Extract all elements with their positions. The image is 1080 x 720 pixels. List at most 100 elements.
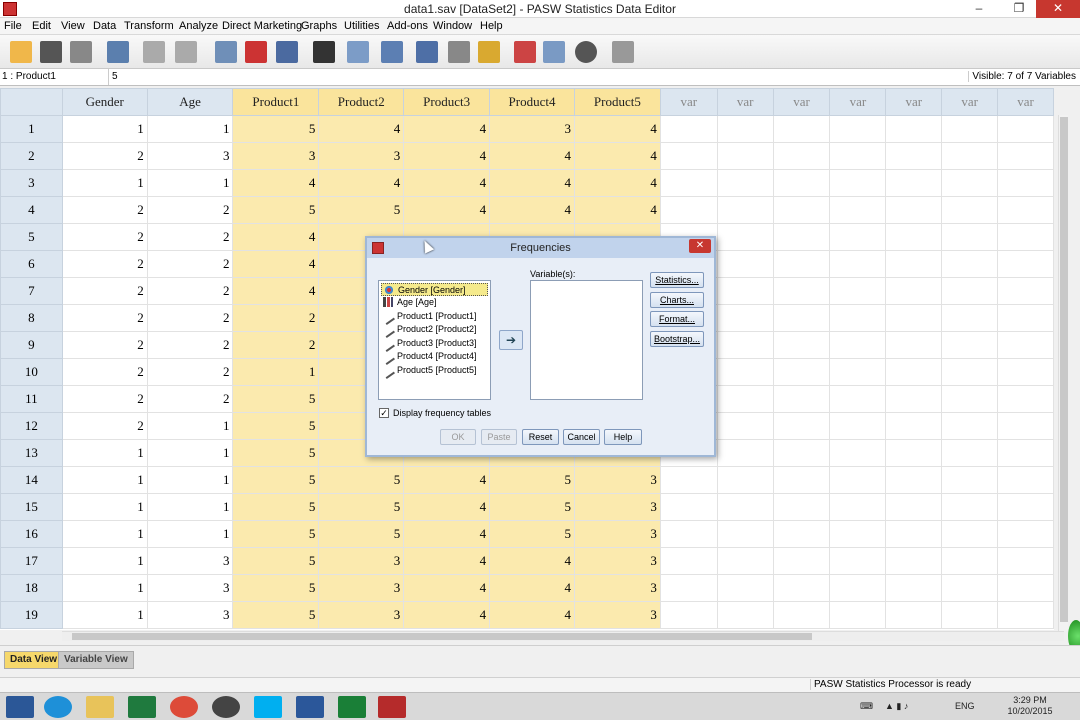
tab-data-view[interactable]: Data View [4, 651, 64, 669]
menu-data[interactable]: Data [93, 20, 116, 32]
data-cell[interactable] [941, 520, 999, 548]
data-cell[interactable] [829, 601, 887, 629]
data-cell[interactable]: 5 [318, 493, 405, 521]
data-cell[interactable] [941, 169, 999, 197]
data-cell[interactable] [997, 439, 1054, 467]
file-explorer-icon[interactable] [86, 696, 114, 718]
dialog-recall-icon[interactable] [107, 41, 129, 63]
column-header[interactable]: var [829, 88, 887, 116]
chrome-icon[interactable] [170, 696, 198, 718]
data-cell[interactable]: 4 [403, 520, 491, 548]
data-cell[interactable] [716, 547, 774, 575]
data-cell[interactable] [885, 169, 943, 197]
data-cell[interactable] [716, 412, 774, 440]
data-cell[interactable] [829, 250, 887, 278]
data-cell[interactable] [885, 439, 943, 467]
data-cell[interactable] [829, 142, 887, 170]
data-cell[interactable] [829, 115, 887, 143]
pasw-statistics-icon[interactable] [378, 696, 406, 718]
data-cell[interactable] [772, 574, 831, 602]
camtasia-icon[interactable] [338, 696, 366, 718]
data-cell[interactable]: 4 [489, 574, 575, 602]
data-cell[interactable]: 4 [489, 601, 575, 629]
display-frequency-tables-checkbox[interactable]: ✓ [379, 408, 389, 418]
data-cell[interactable] [772, 358, 831, 386]
column-header[interactable]: var [716, 88, 774, 116]
data-cell[interactable] [941, 331, 999, 359]
dialog-close-icon[interactable]: ✕ [689, 239, 711, 253]
help-button[interactable]: Help [604, 429, 642, 445]
data-cell[interactable] [716, 385, 774, 413]
data-cell[interactable] [941, 142, 999, 170]
data-cell[interactable]: 4 [403, 466, 491, 494]
vertical-scrollbar[interactable] [1058, 115, 1068, 631]
data-cell[interactable] [829, 196, 887, 224]
data-cell[interactable]: 2 [146, 385, 234, 413]
data-cell[interactable]: 2 [61, 250, 148, 278]
data-cell[interactable]: 4 [489, 142, 575, 170]
data-cell[interactable] [997, 385, 1054, 413]
data-cell[interactable] [829, 493, 887, 521]
data-cell[interactable]: 3 [573, 493, 661, 521]
data-cell[interactable] [772, 250, 831, 278]
data-cell[interactable] [885, 277, 943, 305]
data-cell[interactable] [659, 115, 718, 143]
data-cell[interactable] [885, 520, 943, 548]
column-header[interactable]: Gender [61, 88, 148, 116]
data-cell[interactable] [941, 412, 999, 440]
cancel-button[interactable]: Cancel [563, 429, 600, 445]
data-cell[interactable]: 5 [489, 466, 575, 494]
data-cell[interactable] [772, 493, 831, 521]
data-cell[interactable] [659, 520, 718, 548]
data-cell[interactable]: 2 [61, 331, 148, 359]
column-header[interactable]: var [659, 88, 718, 116]
data-cell[interactable] [941, 304, 999, 332]
data-cell[interactable]: 3 [232, 142, 320, 170]
data-cell[interactable]: 1 [146, 412, 234, 440]
variables-icon[interactable] [276, 41, 298, 63]
data-cell[interactable] [659, 547, 718, 575]
data-cell[interactable]: 5 [232, 601, 320, 629]
data-cell[interactable] [659, 466, 718, 494]
move-arrow-button[interactable]: ➔ [499, 330, 523, 350]
close-button[interactable]: ✕ [1036, 0, 1080, 18]
horizontal-scrollbar[interactable] [62, 631, 1064, 641]
word-icon[interactable] [296, 696, 324, 718]
data-cell[interactable] [885, 223, 943, 251]
data-cell[interactable] [997, 331, 1054, 359]
list-item[interactable]: Gender [Gender] [381, 283, 488, 296]
data-cell[interactable] [716, 520, 774, 548]
data-cell[interactable] [716, 277, 774, 305]
data-cell[interactable] [829, 520, 887, 548]
data-cell[interactable] [829, 169, 887, 197]
data-cell[interactable]: 4 [573, 115, 661, 143]
data-cell[interactable] [941, 115, 999, 143]
data-cell[interactable] [716, 466, 774, 494]
data-cell[interactable]: 3 [573, 466, 661, 494]
list-item[interactable]: Product5 [Product5] [381, 364, 488, 379]
data-cell[interactable]: 2 [232, 331, 320, 359]
column-header[interactable]: Product1 [232, 88, 320, 116]
menu-utilities[interactable]: Utilities [344, 20, 379, 32]
data-cell[interactable]: 3 [573, 520, 661, 548]
row-number[interactable]: 4 [0, 196, 63, 224]
data-cell[interactable]: 5 [489, 493, 575, 521]
data-cell[interactable] [941, 466, 999, 494]
data-cell[interactable]: 5 [232, 196, 320, 224]
data-cell[interactable] [941, 385, 999, 413]
data-cell[interactable]: 4 [489, 196, 575, 224]
data-cell[interactable] [997, 277, 1054, 305]
row-number[interactable]: 7 [0, 277, 63, 305]
go-to-case-icon[interactable] [215, 41, 237, 63]
column-header[interactable]: Product5 [573, 88, 661, 116]
list-item[interactable]: Product4 [Product4] [381, 350, 488, 365]
data-cell[interactable] [997, 574, 1054, 602]
data-cell[interactable] [997, 601, 1054, 629]
reset-button[interactable]: Reset [522, 429, 559, 445]
row-number[interactable]: 6 [0, 250, 63, 278]
data-cell[interactable]: 5 [232, 547, 320, 575]
data-cell[interactable]: 5 [232, 493, 320, 521]
column-header[interactable]: var [885, 88, 943, 116]
data-cell[interactable] [941, 358, 999, 386]
data-cell[interactable]: 1 [146, 520, 234, 548]
